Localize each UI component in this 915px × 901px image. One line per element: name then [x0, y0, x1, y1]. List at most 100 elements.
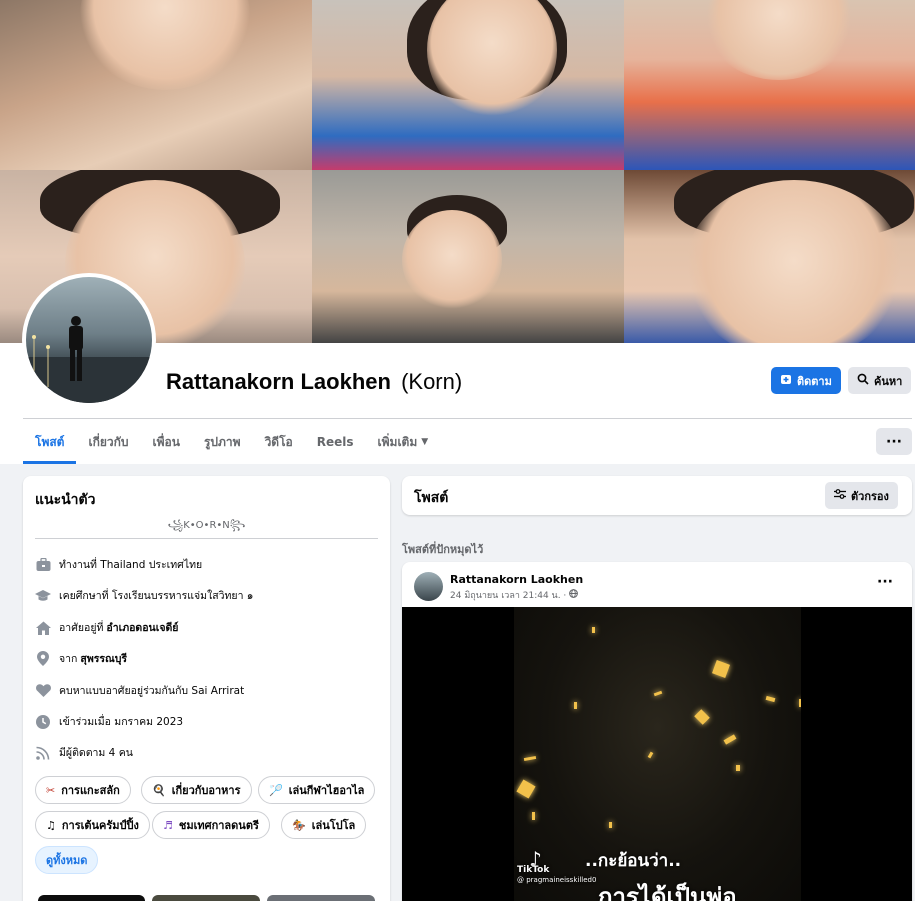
video-caption-line1: ..กะย้อนว่า.. — [585, 851, 682, 871]
featured-thumb-1[interactable] — [38, 895, 145, 901]
tab-videos[interactable]: วิดีโอ — [253, 420, 305, 464]
info-from-place[interactable]: สุพรรณบุรี — [80, 650, 127, 667]
info-joined: เข้าร่วมเมื่อ มกราคม 2023 — [35, 713, 183, 730]
info-lives-in-place[interactable]: อำเภอดอนเจดีย์ — [106, 619, 178, 636]
post-timestamp[interactable]: 24 มิถุนายน เวลา 21:44 น. · — [450, 588, 566, 602]
tab-more[interactable]: เพิ่มเติม ▼ — [366, 420, 441, 464]
profile-avatar[interactable] — [22, 273, 156, 407]
tiktok-brand: TikTok — [517, 865, 550, 875]
tab-reels[interactable]: Reels — [305, 420, 366, 464]
video-caption-line2: การได้เป็นพ่อ — [598, 883, 737, 901]
tiktok-handle: @ pragmaineisskilled0 — [517, 876, 597, 884]
info-work: ทำงานที่ Thailand ประเทศไทย — [35, 556, 202, 573]
more-options-button[interactable]: ··· — [876, 428, 912, 455]
info-work-text: ทำงานที่ Thailand ประเทศไทย — [59, 559, 203, 571]
info-education: เคยศึกษาที่ โรงเรียนบรรหารแจ่มใสวิทยา ๑ — [35, 587, 253, 604]
cover-tile-5 — [312, 170, 624, 343]
heart-icon — [35, 683, 51, 699]
see-all-label: ดูทั้งหมด — [46, 854, 88, 867]
graduation-cap-icon — [35, 588, 51, 604]
featured-thumb-2[interactable] — [152, 895, 260, 901]
search-button[interactable]: ค้นหา — [848, 367, 912, 394]
music-note-icon: ♫ — [46, 818, 56, 832]
follow-label: ติดตาม — [797, 374, 832, 388]
follow-icon — [780, 373, 792, 388]
tab-more-label: เพิ่มเติม — [377, 434, 418, 449]
badminton-icon: 🏸 — [269, 783, 283, 797]
info-from-text: จาก — [59, 653, 78, 665]
hobby-label: การแกะสลัก — [61, 784, 120, 797]
header-divider — [23, 418, 912, 419]
posts-header-card: โพสต์ ตัวกรอง — [402, 476, 912, 515]
food-icon: 🍳 — [152, 783, 166, 797]
hobby-chip-music-festival[interactable]: ♬ ชมเทศกาลดนตรี — [152, 811, 270, 839]
tab-friends-label: เพื่อน — [152, 434, 180, 449]
hobby-label: ชมเทศกาลดนตรี — [178, 819, 259, 832]
featured-thumb-3[interactable] — [267, 895, 375, 901]
hobby-label: การเต้นครัมป์ปิ้ง — [61, 819, 139, 832]
cover-tile-1 — [0, 0, 312, 170]
tab-photos-label: รูปภาพ — [203, 434, 241, 449]
pinned-post: Rattanakorn Laokhen 24 มิถุนายน เวลา 21:… — [402, 562, 912, 901]
info-lives-in-text: อาศัยอยู่ที่ — [59, 622, 104, 634]
rss-icon — [35, 745, 51, 761]
post-author-avatar[interactable] — [414, 572, 443, 601]
post-author-name[interactable]: Rattanakorn Laokhen — [450, 573, 583, 586]
info-lives-in: อาศัยอยู่ที่ อำเภอดอนเจดีย์ — [35, 619, 178, 636]
avatar-image — [26, 277, 152, 403]
profile-tabs: โพสต์ เกี่ยวกับ เพื่อน รูปภาพ วิดีโอ Ree… — [23, 420, 440, 464]
info-from: จาก สุพรรณบุรี — [35, 650, 127, 667]
info-relationship-text: คบหาแบบอาศัยอยู่ร่วมกันกับ Sai Arrirat — [59, 685, 245, 697]
more-options-icon: ··· — [886, 433, 902, 450]
hobby-chip-carving[interactable]: ✂ การแกะสลัก — [35, 776, 131, 804]
filter-label: ตัวกรอง — [851, 489, 889, 503]
location-pin-icon — [35, 651, 51, 667]
intro-title: แนะนำตัว — [35, 492, 96, 508]
hobby-chip-food[interactable]: 🍳 เกี่ยวกับอาหาร — [141, 776, 252, 804]
intro-bio: ꧁K•O•R•N꧂ — [167, 520, 246, 531]
posts-title: โพสต์ — [414, 490, 449, 506]
pinned-posts-label: โพสต์ที่ปักหมุดไว้ — [402, 543, 484, 556]
tab-posts[interactable]: โพสต์ — [23, 420, 77, 464]
carving-icon: ✂ — [46, 783, 56, 797]
see-all-hobbies-button[interactable]: ดูทั้งหมด — [35, 846, 99, 874]
hobby-chip-krumping[interactable]: ♫ การเต้นครัมป์ปิ้ง — [35, 811, 150, 839]
caret-down-icon: ▼ — [421, 437, 429, 447]
clock-icon — [35, 714, 51, 730]
intro-card: แนะนำตัว ꧁K•O•R•N꧂ ทำงานที่ Thailand ประ… — [23, 476, 390, 901]
cover-tile-3 — [624, 0, 915, 170]
filter-icon — [834, 489, 846, 502]
info-relationship: คบหาแบบอาศัยอยู่ร่วมกันกับ Sai Arrirat — [35, 682, 244, 699]
profile-nickname: (Korn) — [401, 369, 463, 394]
cover-tile-6 — [624, 170, 915, 343]
globe-icon — [569, 589, 579, 601]
cover-tile-2 — [312, 0, 624, 170]
tab-photos[interactable]: รูปภาพ — [192, 420, 253, 464]
profile-fullname: Rattanakorn Laokhen — [166, 369, 391, 394]
hobby-label: เกี่ยวกับอาหาร — [171, 784, 241, 797]
search-icon — [857, 373, 869, 388]
post-meta: 24 มิถุนายน เวลา 21:44 น. · — [450, 588, 579, 602]
briefcase-icon — [35, 557, 51, 573]
home-icon — [35, 620, 51, 636]
hobby-label: เล่นกีฬาไฮอาไล — [288, 784, 365, 797]
tab-about[interactable]: เกี่ยวกับ — [76, 420, 140, 464]
profile-name: Rattanakorn Laokhen (Korn) — [166, 369, 462, 395]
info-followers-text: มีผู้ติดตาม 4 คน — [59, 747, 133, 759]
tab-reels-label: Reels — [316, 435, 354, 449]
tab-about-label: เกี่ยวกับ — [88, 434, 129, 449]
hobby-chip-jai-alai[interactable]: 🏸 เล่นกีฬาไฮอาไล — [258, 776, 376, 804]
tab-posts-label: โพสต์ — [35, 434, 65, 449]
bio-divider — [35, 538, 378, 539]
info-followers: มีผู้ติดตาม 4 คน — [35, 744, 133, 761]
post-options-button[interactable]: ··· — [877, 574, 893, 590]
info-education-text: เคยศึกษาที่ โรงเรียนบรรหารแจ่มใสวิทยา ๑ — [59, 590, 254, 602]
tab-friends[interactable]: เพื่อน — [141, 420, 192, 464]
search-label: ค้นหา — [874, 374, 903, 388]
post-video[interactable]: ♪ TikTok @ pragmaineisskilled0 ..กะย้อนว… — [402, 607, 912, 901]
polo-icon: 🏇 — [292, 818, 306, 832]
music-festival-icon: ♬ — [163, 818, 173, 832]
filter-button[interactable]: ตัวกรอง — [825, 482, 898, 509]
hobby-chip-polo[interactable]: 🏇 เล่นโปโล — [281, 811, 367, 839]
follow-button[interactable]: ติดตาม — [771, 367, 841, 394]
